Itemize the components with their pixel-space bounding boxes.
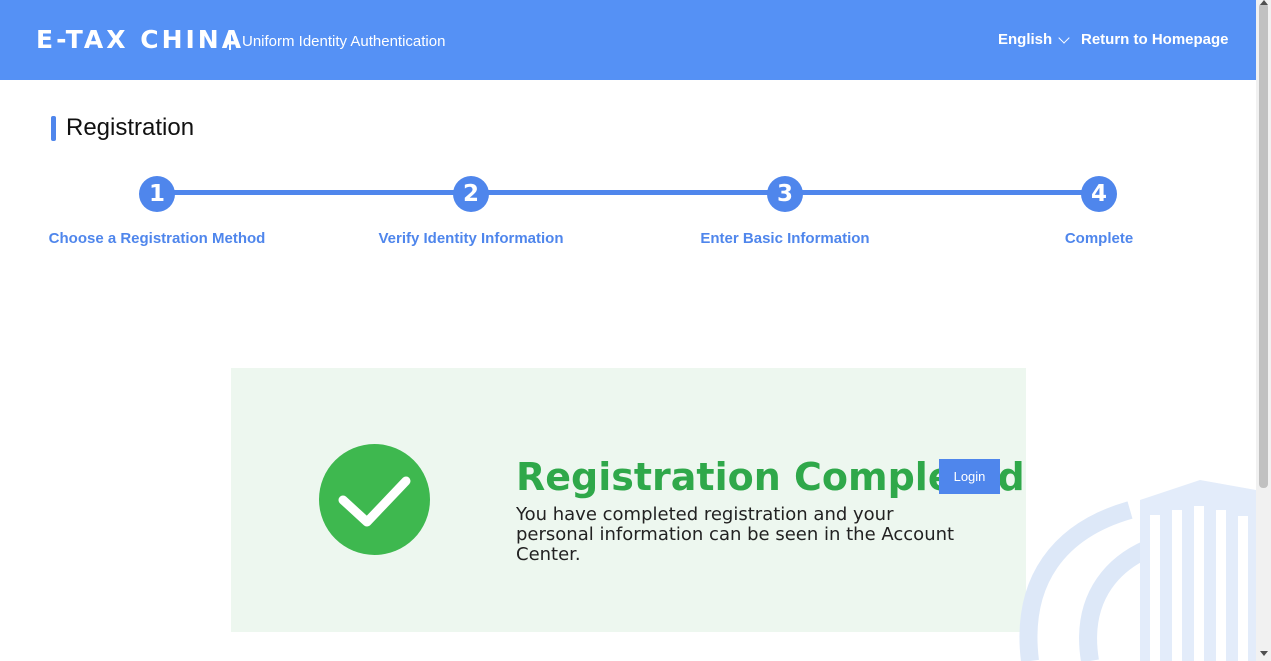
- top-header: E-TAX CHINA Uniform Identity Authenticat…: [0, 0, 1256, 80]
- brand-logo[interactable]: E-TAX CHINA: [36, 24, 244, 56]
- checkmark-icon: [338, 476, 411, 527]
- registration-completed-description: You have completed registration and your…: [516, 504, 955, 565]
- success-circle: [319, 444, 430, 555]
- step-2-circle: 2: [453, 176, 489, 212]
- step-3-circle: 3: [767, 176, 803, 212]
- building-watermark-icon: [1019, 480, 1256, 661]
- page-title: Registration: [66, 114, 195, 141]
- language-label: English: [998, 31, 1053, 48]
- step-1-circle: 1: [139, 176, 175, 212]
- scroll-down-arrow[interactable]: [1260, 651, 1268, 656]
- login-button[interactable]: Login: [939, 459, 1000, 494]
- scroll-up-arrow[interactable]: [1260, 0, 1268, 5]
- step-2-label: Verify Identity Information: [378, 230, 564, 247]
- header-divider: [229, 32, 231, 50]
- chevron-down-icon: [1058, 32, 1070, 44]
- header-subtitle: Uniform Identity Authentication: [242, 33, 446, 50]
- step-4-circle: 4: [1081, 176, 1117, 212]
- title-accent-bar: [51, 116, 56, 141]
- step-3-label: Enter Basic Information: [700, 230, 870, 247]
- stepper-line: [157, 190, 1099, 195]
- step-4-label: Complete: [1064, 230, 1134, 247]
- scrollbar-thumb[interactable]: [1259, 3, 1268, 488]
- language-selector[interactable]: English: [998, 30, 1070, 50]
- step-1-label: Choose a Registration Method: [48, 230, 266, 247]
- return-homepage-link[interactable]: Return to Homepage: [1081, 30, 1229, 50]
